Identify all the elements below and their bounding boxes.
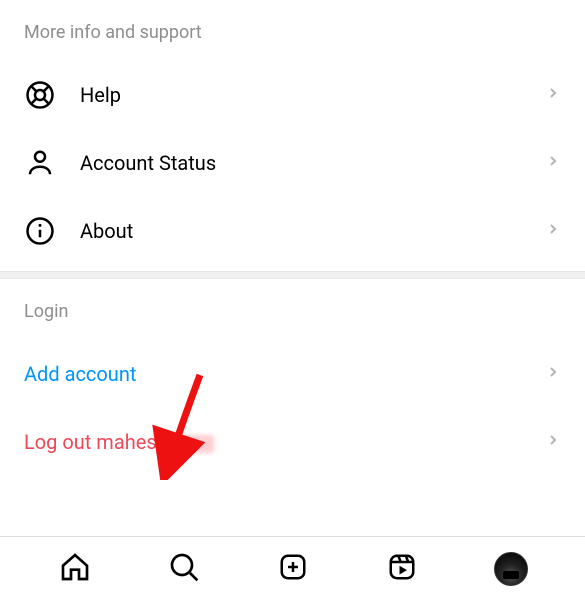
search-icon <box>168 551 200 587</box>
section-header-login: Login <box>0 279 585 340</box>
chevron-right-icon <box>545 432 561 452</box>
info-icon <box>24 215 56 247</box>
row-logout[interactable]: Log out mahesh <box>0 408 585 476</box>
logout-label: Log out mahesh <box>24 430 545 454</box>
section-header-more-info: More info and support <box>0 0 585 61</box>
nav-search[interactable] <box>166 551 202 587</box>
add-account-label: Add account <box>24 362 545 386</box>
redacted-text <box>170 435 214 453</box>
chevron-right-icon <box>545 153 561 173</box>
row-account-status[interactable]: Account Status <box>0 129 585 197</box>
nav-home[interactable] <box>57 551 93 587</box>
lifebuoy-icon <box>24 79 56 111</box>
plus-square-icon <box>278 552 308 586</box>
nav-profile[interactable] <box>493 551 529 587</box>
section-separator <box>0 271 585 279</box>
nav-reels[interactable] <box>384 551 420 587</box>
row-about[interactable]: About <box>0 197 585 265</box>
chevron-right-icon <box>545 85 561 105</box>
chevron-right-icon <box>545 364 561 384</box>
row-label: Account Status <box>80 151 545 175</box>
row-label: Help <box>80 83 545 107</box>
chevron-right-icon <box>545 221 561 241</box>
home-icon <box>59 551 91 587</box>
row-label: About <box>80 219 545 243</box>
bottom-nav <box>0 536 585 600</box>
nav-new-post[interactable] <box>275 551 311 587</box>
row-help[interactable]: Help <box>0 61 585 129</box>
person-icon <box>24 147 56 179</box>
row-add-account[interactable]: Add account <box>0 340 585 408</box>
avatar-icon <box>494 552 528 586</box>
reels-icon <box>387 552 417 586</box>
